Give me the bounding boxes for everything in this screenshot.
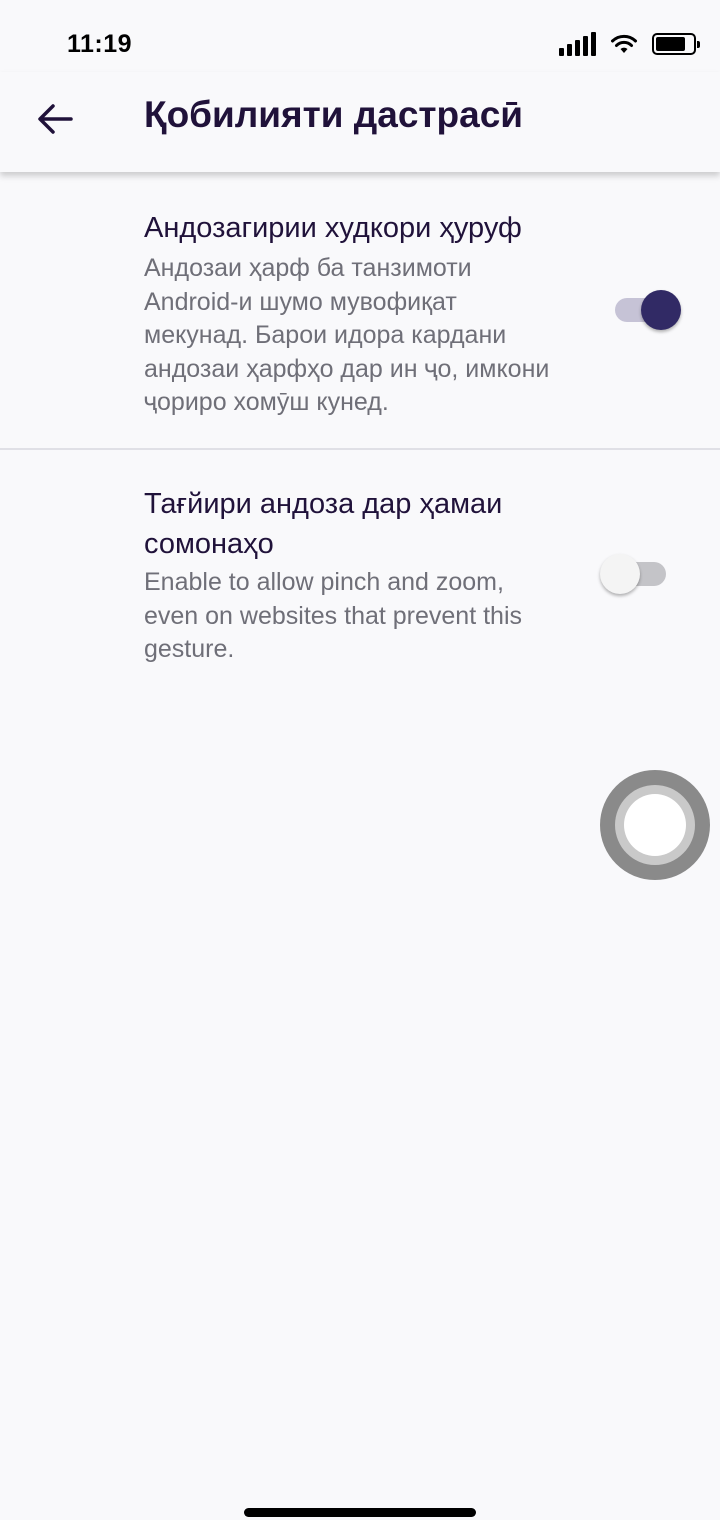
- wifi-icon: [611, 34, 637, 53]
- status-icons: [559, 30, 700, 58]
- assistive-touch-icon: [615, 785, 695, 865]
- settings-list: Андозагирии худкори ҳуруф Андозаи ҳарф б…: [0, 172, 720, 710]
- switch-thumb: [641, 290, 681, 330]
- signal-icon: [559, 32, 596, 56]
- setting-row-auto-font-size[interactable]: Андозагирии худкори ҳуруф Андозаи ҳарф б…: [0, 172, 720, 450]
- toolbar: Қобилияти дастрасӣ: [0, 72, 720, 172]
- home-indicator[interactable]: [244, 1508, 476, 1517]
- auto-font-size-toggle[interactable]: [615, 290, 683, 330]
- setting-title: Тағйири андоза дар ҳамаи сомонаҳо: [144, 488, 503, 560]
- battery-icon: [652, 33, 700, 55]
- switch-thumb: [600, 554, 640, 594]
- force-zoom-toggle[interactable]: [600, 554, 668, 594]
- assistive-touch-button[interactable]: [600, 770, 710, 880]
- back-button[interactable]: [26, 90, 84, 148]
- setting-title: Андозагирии худкори ҳуруф: [144, 212, 522, 244]
- setting-description: Enable to allow pinch and zoom, even on …: [144, 568, 523, 663]
- setting-description: Андозаи ҳарф ба танзимоти Android-и шумо…: [144, 254, 550, 416]
- battery-level: [656, 37, 685, 51]
- setting-row-force-zoom[interactable]: Тағйири андоза дар ҳамаи сомонаҳо Enable…: [0, 450, 720, 710]
- status-time: 11:19: [67, 30, 133, 58]
- arrow-left-icon: [38, 104, 73, 134]
- page-title: Қобилияти дастрасӣ: [144, 94, 524, 135]
